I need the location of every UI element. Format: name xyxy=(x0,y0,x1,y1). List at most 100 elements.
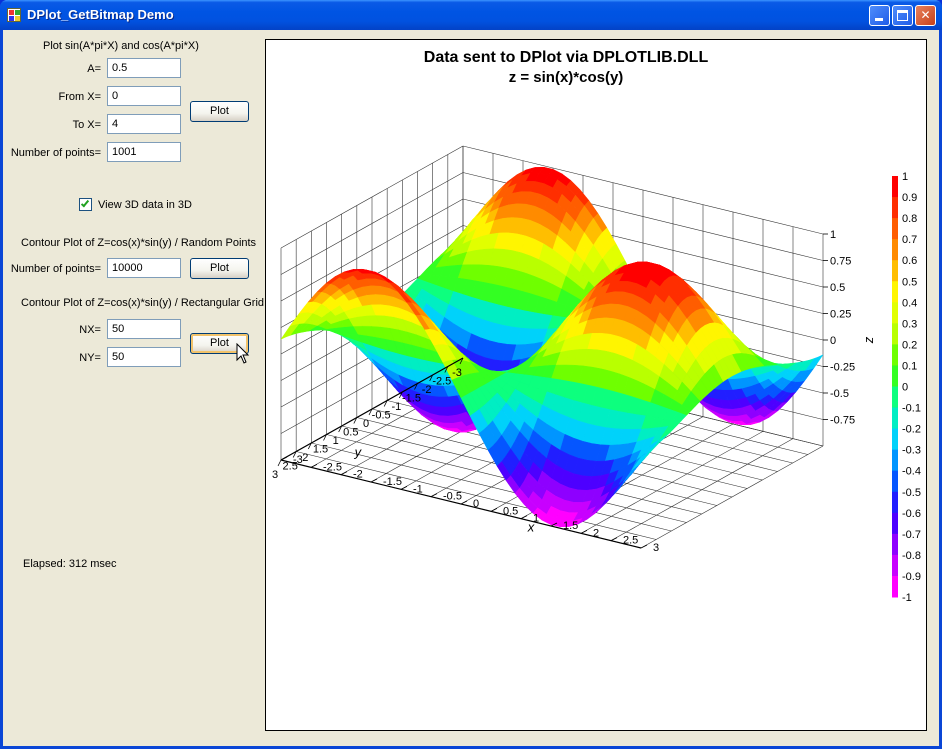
colorbar-tick-label: 0.8 xyxy=(902,213,917,225)
tick-mark xyxy=(520,515,528,520)
maximize-icon[interactable] xyxy=(892,5,913,26)
colorbar-segment xyxy=(892,302,898,324)
colorbar-tick-label: 0.3 xyxy=(902,318,917,330)
group1-label: Plot sin(A*pi*X) and cos(A*pi*X) xyxy=(43,40,199,52)
y-tick-label: 3 xyxy=(272,469,278,481)
colorbar-tick-label: 0.7 xyxy=(902,234,917,246)
a-input[interactable] xyxy=(107,58,181,78)
colorbar-tick-label: 0.2 xyxy=(902,339,917,351)
x-tick-label: -0.5 xyxy=(443,491,462,503)
tick-mark xyxy=(310,463,318,468)
colorbar-segment xyxy=(892,176,898,198)
colorbar-segment xyxy=(892,449,898,472)
colorbar-tick-label: 0.6 xyxy=(902,255,917,267)
plot-button-1[interactable]: Plot xyxy=(190,101,249,122)
elapsed-label: Elapsed: 312 msec xyxy=(23,558,117,570)
colorbar-tick-label: -0.3 xyxy=(902,445,921,457)
colorbar-segment xyxy=(892,365,898,387)
colorbar-tick-label: 0.4 xyxy=(902,297,917,309)
colorbar-segment xyxy=(892,533,898,556)
ny-label: NY= xyxy=(79,352,101,364)
colorbar-tick-label: -0.7 xyxy=(902,529,921,541)
group2-label: Contour Plot of Z=cos(x)*sin(y) / Random… xyxy=(21,237,257,249)
view-3d-checkbox[interactable] xyxy=(79,198,92,211)
colorbar-tick-label: 0.5 xyxy=(902,276,917,288)
number-of-points-label: Number of points= xyxy=(10,147,101,159)
colorbar-tick-label: -0.6 xyxy=(902,508,921,520)
colorbar-segment xyxy=(892,512,898,535)
y-axis-label: y xyxy=(354,444,363,459)
colorbar-tick-label: 0.1 xyxy=(902,360,917,372)
y-tick-label: 1 xyxy=(333,435,339,447)
window-title: DPlot_GetBitmap Demo xyxy=(27,7,174,22)
plot-button-2[interactable]: Plot xyxy=(190,258,249,279)
y-tick-label: 0.5 xyxy=(343,427,358,439)
close-icon[interactable]: ✕ xyxy=(915,5,936,26)
a-label: A= xyxy=(87,63,101,75)
colorbar-segment xyxy=(892,218,898,240)
colorbar-segment xyxy=(892,197,898,219)
number-of-points-input[interactable] xyxy=(107,142,181,162)
minimize-icon[interactable] xyxy=(869,5,890,26)
group3-label: Contour Plot of Z=cos(x)*sin(y) / Rectan… xyxy=(21,297,265,309)
colorbar-segment xyxy=(892,323,898,345)
y-tick-label: 0 xyxy=(363,418,369,430)
to-x-label: To X= xyxy=(72,119,101,131)
x-tick-label: 0 xyxy=(473,498,479,510)
y-tick-label: -0.5 xyxy=(372,410,391,422)
nx-input[interactable] xyxy=(107,319,181,339)
chart-title: Data sent to DPlot via DPLOTLIB.DLL xyxy=(424,49,709,66)
colorbar-tick-label: -0.9 xyxy=(902,571,921,583)
ny-input[interactable] xyxy=(107,347,181,367)
colorbar-segment xyxy=(892,239,898,261)
z-tick-label: -0.5 xyxy=(830,388,849,400)
x-tick-label: -2 xyxy=(353,469,363,481)
view-3d-label[interactable]: View 3D data in 3D xyxy=(98,199,192,211)
x-tick-label: 2.5 xyxy=(623,535,638,547)
x-tick-label: 2 xyxy=(593,527,599,539)
colorbar-segment xyxy=(892,470,898,493)
tick-mark xyxy=(490,507,498,512)
colorbar-tick-label: -0.5 xyxy=(902,487,921,499)
title-bar[interactable]: DPlot_GetBitmap Demo ✕ xyxy=(0,0,942,30)
x-tick-label: 0.5 xyxy=(503,505,518,517)
chart-subtitle: z = sin(x)*cos(y) xyxy=(509,69,624,86)
colorbar-tick-label: -0.2 xyxy=(902,424,921,436)
colorbar-tick-label: -0.8 xyxy=(902,550,921,562)
tick-mark xyxy=(430,493,438,498)
colorbar-tick-label: -0.1 xyxy=(902,403,921,415)
y-tick-label: 2 xyxy=(302,452,308,464)
nx-label: NX= xyxy=(79,324,101,336)
number-of-points-2-label: Number of points= xyxy=(10,263,101,275)
colorbar-segment xyxy=(892,491,898,514)
x-tick-label: -1 xyxy=(413,483,423,495)
colorbar-segment xyxy=(892,386,898,409)
colorbar-segment xyxy=(892,407,898,430)
colorbar-segment xyxy=(892,575,898,598)
z-tick-label: 0.25 xyxy=(830,309,851,321)
colorbar-segment xyxy=(892,344,898,366)
y-tick-label: -2.5 xyxy=(432,376,451,388)
y-tick-label: 1.5 xyxy=(313,444,328,456)
colorbar-segment xyxy=(892,428,898,451)
z-tick-label: 0.75 xyxy=(830,256,851,268)
y-tick-label: -3 xyxy=(452,367,462,379)
tick-mark xyxy=(580,529,588,534)
colorbar-tick-label: 1 xyxy=(902,171,908,183)
colorbar-segment xyxy=(892,260,898,282)
tick-mark xyxy=(370,478,378,483)
from-x-input[interactable] xyxy=(107,86,181,106)
colorbar-tick-label: 0.9 xyxy=(902,192,917,204)
plot-panel[interactable]: Data sent to DPlot via DPLOTLIB.DLL z = s… xyxy=(265,39,927,731)
x-tick-label: -2.5 xyxy=(323,461,342,473)
number-of-points-2-input[interactable] xyxy=(107,258,181,278)
from-x-label: From X= xyxy=(58,91,101,103)
to-x-input[interactable] xyxy=(107,114,181,134)
app-icon[interactable] xyxy=(7,8,21,22)
colorbar-tick-label: -0.4 xyxy=(902,466,921,478)
tick-mark xyxy=(277,459,282,467)
y-tick-label: -2 xyxy=(422,384,432,396)
surface-chart: Data sent to DPlot via DPLOTLIB.DLL z = s… xyxy=(272,49,921,604)
z-axis-label: z xyxy=(861,336,876,344)
y-tick-label: -1.5 xyxy=(402,393,421,405)
